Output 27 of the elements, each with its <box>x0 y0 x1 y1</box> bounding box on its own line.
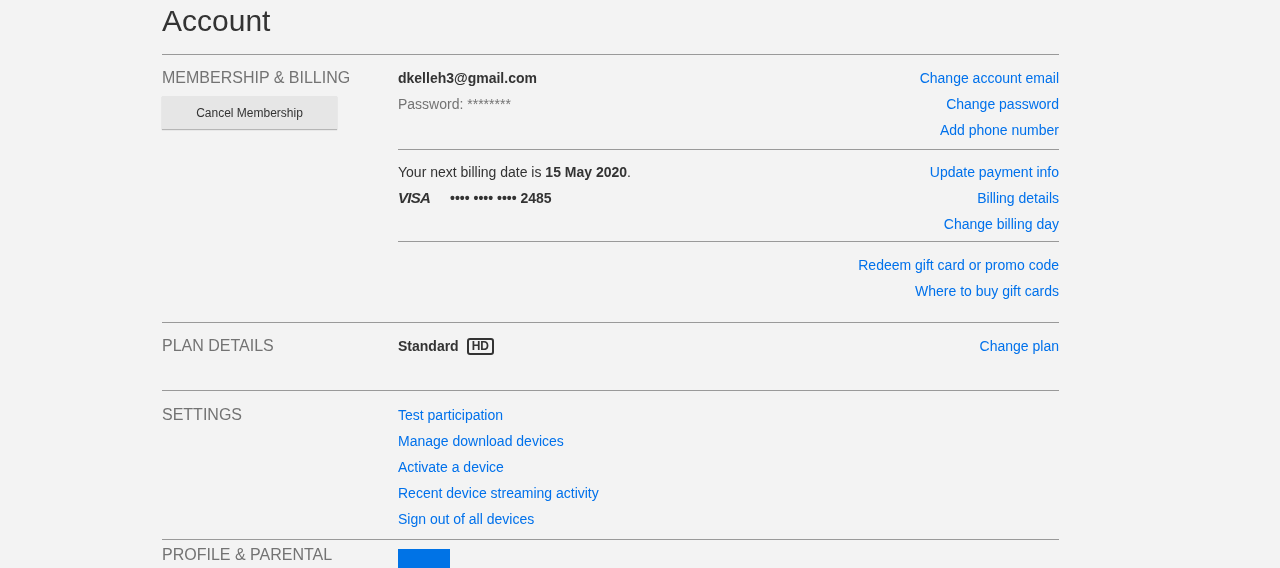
link[interactable]: Billing details <box>977 185 1059 211</box>
section-heading: MEMBERSHIP & BILLING <box>162 68 351 88</box>
link[interactable]: Change plan <box>979 333 1059 359</box>
cancel-membership-button[interactable]: Cancel Membership <box>162 96 337 129</box>
link[interactable]: Sign out of all devices <box>398 506 535 532</box>
link[interactable]: Change billing day <box>943 211 1059 237</box>
link[interactable]: Manage download devices <box>398 428 564 454</box>
link[interactable]: Change account email <box>919 65 1059 91</box>
link[interactable]: Recent device streaming activity <box>398 480 599 506</box>
link[interactable]: Where to buy gift cards <box>915 278 1059 304</box>
account-email: dkelleh3@gmail.com <box>398 69 537 88</box>
link[interactable]: Change password <box>946 91 1059 117</box>
link[interactable]: Update payment info <box>929 159 1059 185</box>
section-heading: SETTINGS <box>162 405 243 425</box>
billing-date-text: Your next billing date is 15 May 2020. <box>398 163 631 182</box>
link[interactable]: Test participation <box>398 402 504 428</box>
link[interactable]: Add phone number <box>939 117 1059 143</box>
section-heading: PROFILE & PARENTAL <box>162 545 334 565</box>
link[interactable]: Redeem gift card or promo code <box>858 252 1059 278</box>
card-brand-logo: VISA <box>398 187 430 208</box>
link[interactable]: Activate a device <box>398 454 504 480</box>
page-title: Account <box>162 3 272 39</box>
card-number: •••• •••• •••• 2485 <box>450 188 552 208</box>
section-heading: PLAN DETAILS <box>162 336 275 356</box>
password-text: Password: ******** <box>398 95 511 114</box>
plan-name: Standard <box>398 336 459 356</box>
hd-badge: HD <box>466 337 495 355</box>
